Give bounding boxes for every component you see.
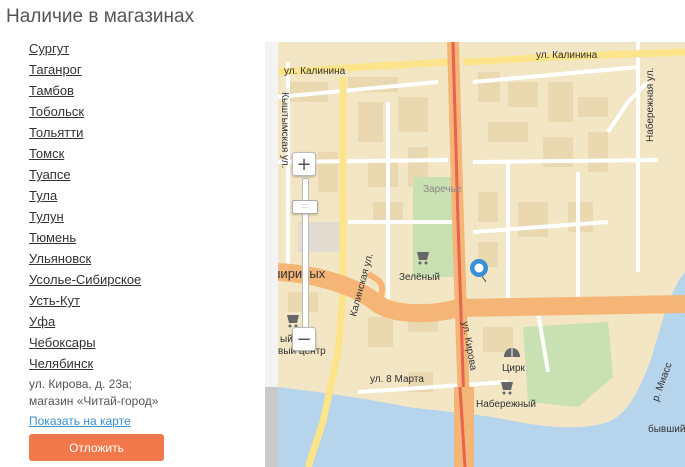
zoom-in-button[interactable]: + <box>292 152 316 176</box>
city-link[interactable]: Тулун <box>29 209 64 224</box>
map-label: Кыштымская ул. <box>279 92 290 168</box>
city-link[interactable]: Чебоксары <box>29 335 96 350</box>
list-item: Тюмень <box>29 229 141 250</box>
city-link[interactable]: Тула <box>29 188 57 203</box>
city-link[interactable]: Усть-Кут <box>29 293 80 308</box>
show-on-map-link[interactable]: Показать на карте <box>29 414 131 428</box>
map-label: бывший С <box>648 423 685 435</box>
scroll-thumb[interactable] <box>265 387 278 467</box>
list-item: Тула <box>29 187 141 208</box>
city-list: Сургут Таганрог Тамбов Тобольск Тольятти… <box>29 40 141 376</box>
list-item: Тамбов <box>29 82 141 103</box>
map-label: Зелёный <box>399 272 440 283</box>
page-title: Наличие в магазинах <box>6 6 195 27</box>
list-item: Усть-Кут <box>29 292 141 313</box>
address-line: ул. Кирова, д. 23а; <box>29 377 133 391</box>
map-label: Набережная ул. <box>644 68 656 142</box>
list-item: Челябинск <box>29 355 141 376</box>
defer-button[interactable]: Отложить <box>29 434 164 461</box>
zoom-out-button[interactable]: − <box>292 327 316 351</box>
list-item: Таганрог <box>29 61 141 82</box>
list-item: Усолье-Сибирское <box>29 271 141 292</box>
list-item: Тольятти <box>29 124 141 145</box>
map-label: Заречье <box>423 184 462 195</box>
map-label: ул. 8 Марта <box>370 374 424 385</box>
map-label: Набережный <box>476 398 536 410</box>
list-item: Чебоксары <box>29 334 141 355</box>
city-link[interactable]: Челябинск <box>29 356 93 371</box>
list-item: Сургут <box>29 40 141 61</box>
list-item: Уфа <box>29 313 141 334</box>
city-link[interactable]: Уфа <box>29 314 55 329</box>
list-item: Туапсе <box>29 166 141 187</box>
city-link[interactable]: Туапсе <box>29 167 71 182</box>
store-address: ул. Кирова, д. 23а; магазин «Читай-город… <box>29 376 259 410</box>
city-link[interactable]: Тольятти <box>29 125 83 140</box>
city-link[interactable]: Таганрог <box>29 62 82 77</box>
map-label: ул. Калинина <box>536 50 598 61</box>
city-link[interactable]: Тамбов <box>29 83 74 98</box>
map-label: ый <box>280 334 293 345</box>
city-link[interactable]: Томск <box>29 146 64 161</box>
list-item: Тобольск <box>29 103 141 124</box>
city-link[interactable]: Тобольск <box>29 104 84 119</box>
store-map[interactable]: ул. Калинина ул. Калинина Кыштымская ул.… <box>278 42 685 467</box>
list-item: Тулун <box>29 208 141 229</box>
list-item: Томск <box>29 145 141 166</box>
scrollbar[interactable] <box>265 42 278 467</box>
map-canvas: ул. Калинина ул. Калинина Кыштымская ул.… <box>278 42 685 467</box>
list-item: Ульяновск <box>29 250 141 271</box>
city-link[interactable]: Усолье-Сибирское <box>29 272 141 287</box>
map-label: ул. Калинина <box>284 66 346 77</box>
store-name: магазин «Читай-город» <box>29 394 159 408</box>
city-link[interactable]: Ульяновск <box>29 251 91 266</box>
zoom-slider-handle[interactable]: :::: <box>292 200 318 214</box>
city-link[interactable]: Сургут <box>29 41 69 56</box>
city-link[interactable]: Тюмень <box>29 230 76 245</box>
map-label: Цирк <box>502 363 526 374</box>
